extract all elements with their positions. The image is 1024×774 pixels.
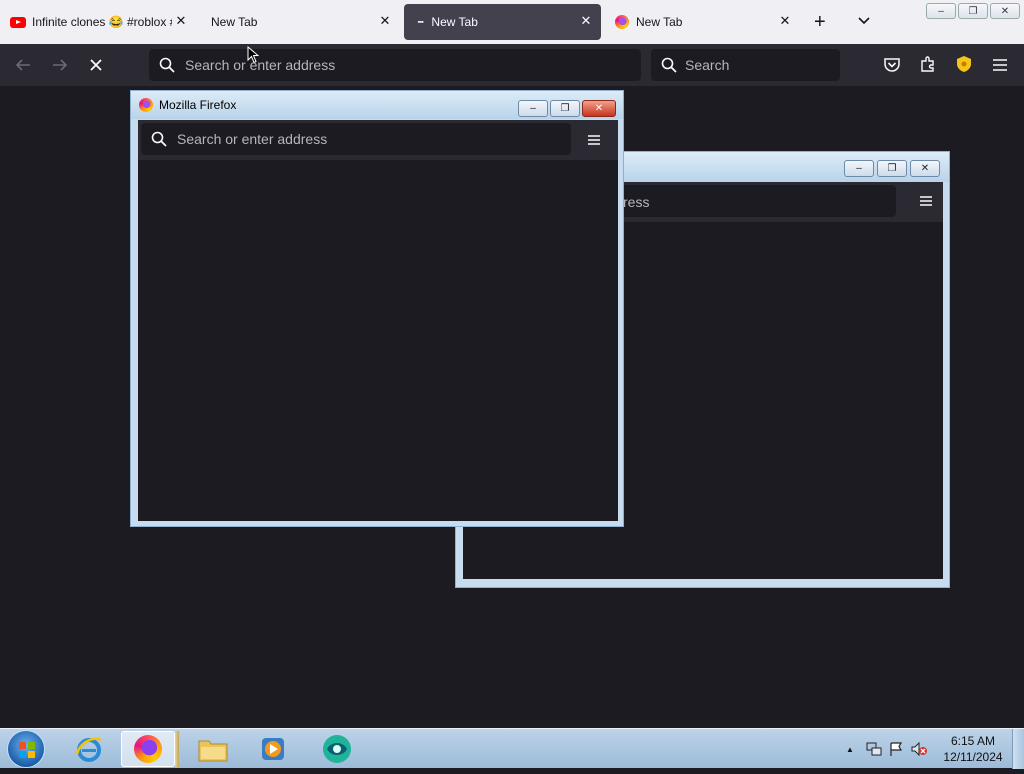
search-icon (661, 57, 677, 73)
shield-extension-icon[interactable] (955, 55, 973, 78)
tab-label: New Tab (636, 15, 683, 29)
firefox-icon (134, 735, 162, 763)
clone-address-bar[interactable]: Search or enter address (141, 123, 571, 155)
minimize-button[interactable]: – (926, 3, 956, 19)
minimize-button[interactable]: – (844, 160, 874, 177)
clone-content-area (138, 160, 618, 521)
folder-icon (198, 740, 228, 762)
tab-label: Infinite clones 😂 #roblox # (32, 15, 172, 29)
back-arrow-icon[interactable] (14, 56, 32, 79)
network-icon[interactable] (866, 741, 882, 757)
firefox-clone-window-front[interactable]: Mozilla Firefox – ❐ ✕ Search or enter ad… (130, 90, 624, 527)
address-bar-placeholder: Search or enter address (185, 57, 336, 73)
hamburger-menu-icon[interactable] (991, 56, 1009, 79)
close-window-button[interactable]: ✕ (910, 160, 940, 177)
address-bar[interactable]: Search or enter address (149, 49, 641, 81)
restore-button[interactable]: ❐ (958, 3, 988, 19)
clone-toolbar: Search or enter address (138, 120, 618, 160)
search-icon (151, 131, 167, 147)
search-bar-placeholder: Search (685, 57, 730, 73)
close-tab-icon[interactable]: ✕ (579, 13, 593, 28)
close-tab-icon[interactable]: ✕ (778, 13, 792, 28)
tab-label: New Tab (431, 15, 478, 29)
minimize-button[interactable]: – (518, 100, 548, 117)
hamburger-menu-icon[interactable] (587, 133, 601, 152)
address-bar-placeholder: ress (623, 194, 650, 210)
taskbar-internet-explorer[interactable] (62, 731, 116, 767)
show-desktop-button[interactable] (1012, 729, 1024, 769)
stop-loading-icon[interactable] (87, 56, 105, 79)
internet-explorer-icon (75, 737, 102, 762)
window-title: Mozilla Firefox (159, 98, 237, 112)
search-icon (159, 57, 175, 73)
taskbar-stacked-indicator (175, 731, 179, 767)
close-tab-icon[interactable]: ✕ (174, 13, 188, 28)
firefox-icon (615, 15, 629, 29)
forward-arrow-icon[interactable] (51, 56, 69, 79)
start-button[interactable] (7, 730, 45, 768)
taskbar-app[interactable] (310, 731, 364, 767)
tab-new-1[interactable]: New Tab ✕ (200, 4, 400, 40)
media-player-icon (262, 738, 284, 760)
tab-new-active[interactable]: ━ New Tab ✕ (404, 4, 601, 40)
hamburger-menu-icon[interactable] (919, 194, 933, 213)
close-tab-icon[interactable]: ✕ (378, 13, 392, 28)
clock[interactable]: 6:15 AM 12/11/2024 (937, 733, 1009, 765)
navigation-toolbar: Search or enter address Search (0, 44, 1024, 86)
tab-new-firefox[interactable]: New Tab ✕ (603, 4, 800, 40)
taskbar-file-explorer[interactable] (186, 731, 240, 767)
tab-label: New Tab (211, 15, 258, 29)
system-tray: ▲ (846, 729, 928, 769)
extensions-icon[interactable] (919, 55, 937, 78)
clock-date: 12/11/2024 (943, 750, 1003, 764)
address-bar-placeholder: Search or enter address (177, 131, 328, 147)
mouse-cursor-icon (247, 45, 260, 69)
new-tab-button[interactable]: + (814, 12, 826, 32)
action-center-flag-icon[interactable] (888, 741, 904, 757)
tab-strip: Infinite clones 😂 #roblox # ✕ New Tab ✕ … (0, 0, 1024, 44)
pocket-icon[interactable] (883, 56, 901, 79)
taskbar-firefox[interactable] (121, 731, 175, 767)
restore-button[interactable]: ❐ (877, 160, 907, 177)
close-window-button[interactable]: ✕ (582, 100, 616, 117)
show-hidden-icons-arrow[interactable]: ▲ (846, 745, 854, 754)
list-all-tabs-icon[interactable] (856, 12, 872, 33)
youtube-icon (10, 16, 26, 28)
teal-app-icon (323, 735, 351, 763)
windows-taskbar: ▲ 6:15 AM 12/11/2024 (0, 728, 1024, 769)
restore-button[interactable]: ❐ (550, 100, 580, 117)
search-bar[interactable]: Search (651, 49, 840, 81)
clock-time: 6:15 AM (950, 734, 996, 748)
volume-muted-icon[interactable] (910, 741, 928, 757)
taskbar-media-player[interactable] (246, 731, 300, 767)
tab-youtube[interactable]: Infinite clones 😂 #roblox # ✕ (0, 4, 196, 40)
loading-icon: ━ (418, 16, 424, 27)
firefox-icon (139, 98, 153, 112)
close-window-button[interactable]: ✕ (990, 3, 1020, 19)
